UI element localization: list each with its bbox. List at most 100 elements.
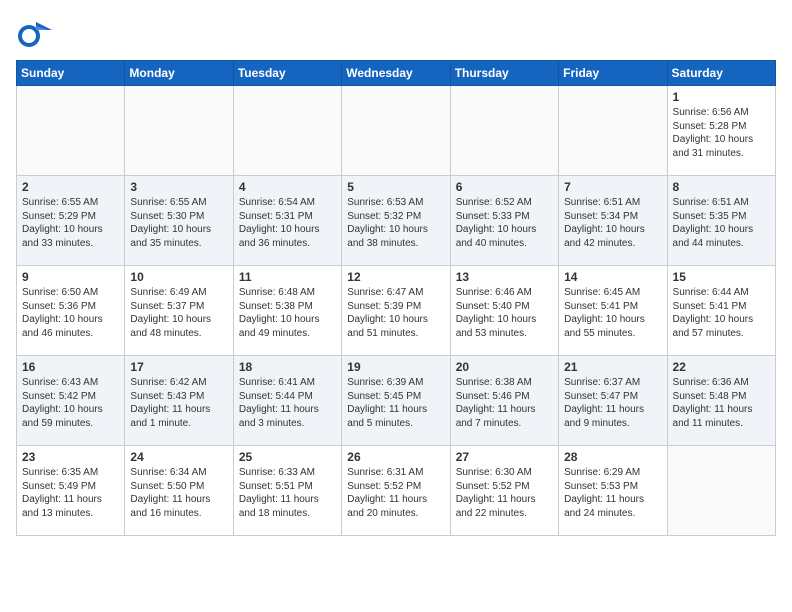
- day-number: 13: [456, 270, 553, 284]
- day-info: Sunrise: 6:44 AM Sunset: 5:41 PM Dayligh…: [673, 286, 770, 340]
- day-number: 14: [564, 270, 661, 284]
- calendar-cell: 8 Sunrise: 6:51 AM Sunset: 5:35 PM Daylig…: [667, 176, 775, 266]
- calendar-cell: 5 Sunrise: 6:53 AM Sunset: 5:32 PM Daylig…: [342, 176, 450, 266]
- day-number: 9: [22, 270, 119, 284]
- day-number: 15: [673, 270, 770, 284]
- day-info: Sunrise: 6:48 AM Sunset: 5:38 PM Dayligh…: [239, 286, 336, 340]
- day-number: 21: [564, 360, 661, 374]
- day-number: 5: [347, 180, 444, 194]
- day-number: 18: [239, 360, 336, 374]
- calendar-cell: 11Sunrise: 6:48 AM Sunset: 5:38 PM Dayli…: [233, 266, 341, 356]
- calendar-cell: 7Sunrise: 6:51 AM Sunset: 5:34 PM Daylig…: [559, 176, 667, 266]
- day-number: 25: [239, 450, 336, 464]
- day-info: Sunrise: 6:55 AM Sunset: 5:29 PM Dayligh…: [22, 196, 119, 250]
- day-number: 27: [456, 450, 553, 464]
- day-info: Sunrise: 6:35 AM Sunset: 5:49 PM Dayligh…: [22, 466, 119, 520]
- day-info: Sunrise: 6:33 AM Sunset: 5:51 PM Dayligh…: [239, 466, 336, 520]
- calendar-cell: [125, 86, 233, 176]
- calendar-cell: 18 Sunrise: 6:41 AM Sunset: 5:44 PM Dayli…: [233, 356, 341, 446]
- day-info: Sunrise: 6:55 AM Sunset: 5:30 PM Dayligh…: [130, 196, 227, 250]
- calendar-cell: 24 Sunrise: 6:34 AM Sunset: 5:50 PM Dayli…: [125, 446, 233, 536]
- col-header-wednesday: Wednesday: [342, 61, 450, 86]
- day-number: 3: [130, 180, 227, 194]
- calendar-cell: 14 Sunrise: 6:45 AM Sunset: 5:41 PM Dayli…: [559, 266, 667, 356]
- calendar-cell: [450, 86, 558, 176]
- col-header-saturday: Saturday: [667, 61, 775, 86]
- col-header-tuesday: Tuesday: [233, 61, 341, 86]
- calendar-cell: 15 Sunrise: 6:44 AM Sunset: 5:41 PM Dayli…: [667, 266, 775, 356]
- calendar-cell: 23 Sunrise: 6:35 AM Sunset: 5:49 PM Dayli…: [17, 446, 125, 536]
- day-number: 24: [130, 450, 227, 464]
- calendar-cell: 3 Sunrise: 6:55 AM Sunset: 5:30 PM Daylig…: [125, 176, 233, 266]
- calendar-week-5: 23 Sunrise: 6:35 AM Sunset: 5:49 PM Dayli…: [17, 446, 776, 536]
- calendar-cell: 27 Sunrise: 6:30 AM Sunset: 5:52 PM Dayli…: [450, 446, 558, 536]
- calendar-cell: 10 Sunrise: 6:49 AM Sunset: 5:37 PM Dayli…: [125, 266, 233, 356]
- day-info: Sunrise: 6:42 AM Sunset: 5:43 PM Dayligh…: [130, 376, 227, 430]
- day-info: Sunrise: 6:51 AM Sunset: 5:34 PM Dayligh…: [564, 196, 661, 250]
- calendar-week-2: 2 Sunrise: 6:55 AM Sunset: 5:29 PM Daylig…: [17, 176, 776, 266]
- day-info: Sunrise: 6:43 AM Sunset: 5:42 PM Dayligh…: [22, 376, 119, 430]
- calendar-cell: 22 Sunrise: 6:36 AM Sunset: 5:48 PM Dayli…: [667, 356, 775, 446]
- col-header-monday: Monday: [125, 61, 233, 86]
- calendar-table: SundayMondayTuesdayWednesdayThursdayFrid…: [16, 60, 776, 536]
- day-info: Sunrise: 6:38 AM Sunset: 5:46 PM Dayligh…: [456, 376, 553, 430]
- calendar-cell: 20Sunrise: 6:38 AM Sunset: 5:46 PM Dayli…: [450, 356, 558, 446]
- day-info: Sunrise: 6:31 AM Sunset: 5:52 PM Dayligh…: [347, 466, 444, 520]
- calendar-cell: 28 Sunrise: 6:29 AM Sunset: 5:53 PM Dayli…: [559, 446, 667, 536]
- day-info: Sunrise: 6:49 AM Sunset: 5:37 PM Dayligh…: [130, 286, 227, 340]
- day-info: Sunrise: 6:37 AM Sunset: 5:47 PM Dayligh…: [564, 376, 661, 430]
- day-number: 4: [239, 180, 336, 194]
- day-info: Sunrise: 6:29 AM Sunset: 5:53 PM Dayligh…: [564, 466, 661, 520]
- day-number: 12: [347, 270, 444, 284]
- calendar-cell: [342, 86, 450, 176]
- day-info: Sunrise: 6:36 AM Sunset: 5:48 PM Dayligh…: [673, 376, 770, 430]
- col-header-sunday: Sunday: [17, 61, 125, 86]
- day-number: 8: [673, 180, 770, 194]
- day-number: 26: [347, 450, 444, 464]
- day-number: 23: [22, 450, 119, 464]
- day-info: Sunrise: 6:56 AM Sunset: 5:28 PM Dayligh…: [673, 106, 770, 160]
- logo-icon: [16, 16, 52, 52]
- day-number: 10: [130, 270, 227, 284]
- col-header-thursday: Thursday: [450, 61, 558, 86]
- day-info: Sunrise: 6:45 AM Sunset: 5:41 PM Dayligh…: [564, 286, 661, 340]
- day-info: Sunrise: 6:41 AM Sunset: 5:44 PM Dayligh…: [239, 376, 336, 430]
- calendar-week-4: 16 Sunrise: 6:43 AM Sunset: 5:42 PM Dayli…: [17, 356, 776, 446]
- calendar-cell: 4Sunrise: 6:54 AM Sunset: 5:31 PM Daylig…: [233, 176, 341, 266]
- day-info: Sunrise: 6:34 AM Sunset: 5:50 PM Dayligh…: [130, 466, 227, 520]
- calendar-cell: [559, 86, 667, 176]
- day-number: 6: [456, 180, 553, 194]
- day-number: 17: [130, 360, 227, 374]
- calendar-header-row: SundayMondayTuesdayWednesdayThursdayFrid…: [17, 61, 776, 86]
- page-header: [16, 16, 776, 52]
- day-info: Sunrise: 6:39 AM Sunset: 5:45 PM Dayligh…: [347, 376, 444, 430]
- day-number: 1: [673, 90, 770, 104]
- day-info: Sunrise: 6:51 AM Sunset: 5:35 PM Dayligh…: [673, 196, 770, 250]
- calendar-cell: 13 Sunrise: 6:46 AM Sunset: 5:40 PM Dayli…: [450, 266, 558, 356]
- day-info: Sunrise: 6:50 AM Sunset: 5:36 PM Dayligh…: [22, 286, 119, 340]
- day-info: Sunrise: 6:53 AM Sunset: 5:32 PM Dayligh…: [347, 196, 444, 250]
- calendar-cell: 2 Sunrise: 6:55 AM Sunset: 5:29 PM Daylig…: [17, 176, 125, 266]
- calendar-cell: [233, 86, 341, 176]
- day-number: 16: [22, 360, 119, 374]
- calendar-cell: 19 Sunrise: 6:39 AM Sunset: 5:45 PM Dayli…: [342, 356, 450, 446]
- calendar-week-1: 1 Sunrise: 6:56 AM Sunset: 5:28 PM Daylig…: [17, 86, 776, 176]
- day-info: Sunrise: 6:52 AM Sunset: 5:33 PM Dayligh…: [456, 196, 553, 250]
- day-number: 28: [564, 450, 661, 464]
- calendar-cell: 6 Sunrise: 6:52 AM Sunset: 5:33 PM Daylig…: [450, 176, 558, 266]
- day-info: Sunrise: 6:30 AM Sunset: 5:52 PM Dayligh…: [456, 466, 553, 520]
- calendar-week-3: 9 Sunrise: 6:50 AM Sunset: 5:36 PM Daylig…: [17, 266, 776, 356]
- day-number: 2: [22, 180, 119, 194]
- calendar-cell: 1 Sunrise: 6:56 AM Sunset: 5:28 PM Daylig…: [667, 86, 775, 176]
- calendar-cell: 17 Sunrise: 6:42 AM Sunset: 5:43 PM Dayli…: [125, 356, 233, 446]
- calendar-cell: 9 Sunrise: 6:50 AM Sunset: 5:36 PM Daylig…: [17, 266, 125, 356]
- calendar-cell: 21 Sunrise: 6:37 AM Sunset: 5:47 PM Dayli…: [559, 356, 667, 446]
- day-info: Sunrise: 6:47 AM Sunset: 5:39 PM Dayligh…: [347, 286, 444, 340]
- day-number: 19: [347, 360, 444, 374]
- day-info: Sunrise: 6:46 AM Sunset: 5:40 PM Dayligh…: [456, 286, 553, 340]
- calendar-cell: [667, 446, 775, 536]
- calendar-cell: 12 Sunrise: 6:47 AM Sunset: 5:39 PM Dayli…: [342, 266, 450, 356]
- day-number: 22: [673, 360, 770, 374]
- calendar-cell: 25 Sunrise: 6:33 AM Sunset: 5:51 PM Dayli…: [233, 446, 341, 536]
- calendar-cell: 16 Sunrise: 6:43 AM Sunset: 5:42 PM Dayli…: [17, 356, 125, 446]
